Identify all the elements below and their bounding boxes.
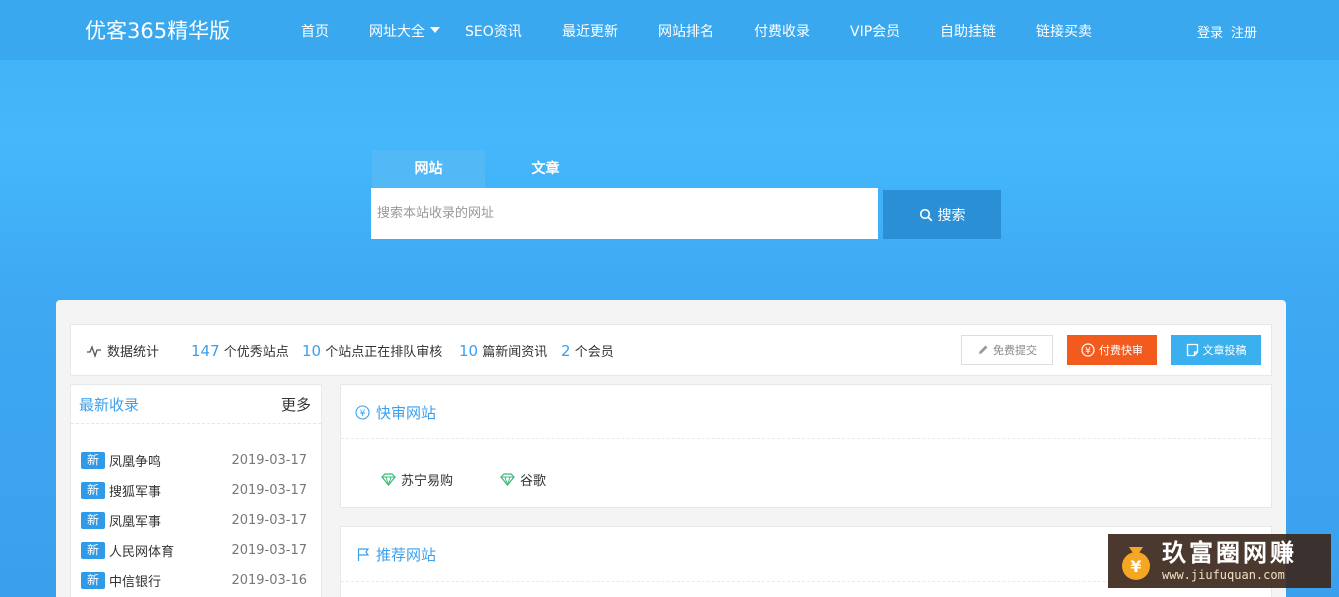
svg-text:¥: ¥ (1085, 347, 1091, 357)
free-submit-button[interactable]: 免费提交 (961, 335, 1053, 365)
site-link-name: 谷歌 (520, 474, 547, 489)
stat-sites: 147 个优秀站点 (191, 341, 289, 360)
paid-review-button[interactable]: ¥ 付费快审 (1067, 335, 1157, 365)
stat-sites-count: 147 (191, 342, 220, 360)
site-link[interactable]: 谷歌 (500, 470, 546, 489)
yen-circle-icon: ¥ (1081, 343, 1095, 357)
stat-news: 10 篇新闻资讯 (459, 341, 547, 360)
register-link[interactable]: 注册 (1231, 22, 1257, 41)
list-item-name: 凤凰争鸣 (109, 454, 162, 470)
nav-home[interactable]: 首页 (301, 21, 329, 41)
list-item-date: 2019-03-17 (231, 512, 307, 528)
new-badge: 新 (81, 541, 105, 559)
search-button-label: 搜索 (937, 206, 966, 223)
money-bag-icon: ¥ (1122, 547, 1150, 580)
watermark-url: www.jiufuquan.com (1162, 568, 1285, 582)
list-item-date: 2019-03-17 (231, 452, 307, 468)
paid-review-label: 付费快审 (1099, 345, 1143, 357)
flag-icon (357, 548, 370, 561)
chevron-down-icon (430, 27, 440, 33)
latest-more-link[interactable]: 更多 (281, 394, 311, 415)
list-item[interactable]: 新 搜狐军事 2019-03-17 (81, 480, 307, 500)
watermark-title: 玖富圈网赚 (1162, 538, 1297, 567)
new-badge: 新 (81, 571, 105, 589)
list-item-date: 2019-03-16 (231, 572, 307, 588)
article-submit-label: 文章投稿 (1202, 345, 1247, 357)
diamond-icon (381, 473, 396, 486)
nav-self-link[interactable]: 自助挂链 (940, 21, 996, 41)
free-submit-label: 免费提交 (993, 345, 1037, 357)
fast-review-title-label: 快审网站 (376, 404, 437, 422)
stats-title-label: 数据统计 (107, 345, 160, 360)
new-badge: 新 (81, 481, 105, 499)
nav-directory[interactable]: 网址大全 (369, 21, 440, 41)
stat-pending: 10 个站点正在排队审核 (302, 341, 442, 360)
nav-link-trade[interactable]: 链接买卖 (1036, 21, 1092, 41)
nav-site-ranking[interactable]: 网站排名 (658, 21, 714, 41)
svg-text:¥: ¥ (360, 409, 366, 419)
nav-recent-updates[interactable]: 最近更新 (562, 21, 618, 41)
list-item-date: 2019-03-17 (231, 482, 307, 498)
nav-vip[interactable]: VIP会员 (850, 21, 900, 41)
search-icon (919, 208, 932, 221)
article-submit-button[interactable]: 文章投稿 (1171, 335, 1261, 365)
login-link[interactable]: 登录 (1197, 22, 1223, 41)
site-logo[interactable]: 优客365精华版 (85, 15, 230, 45)
stats-title: 数据统计 (86, 341, 159, 360)
fast-review-title: ¥ 快审网站 (355, 402, 436, 423)
stat-members-label: 个会员 (574, 345, 614, 360)
recommended-title: 推荐网站 (357, 544, 436, 565)
site-link[interactable]: 苏宁易购 (381, 470, 453, 489)
tab-sites[interactable]: 网站 (372, 150, 485, 188)
tab-articles[interactable]: 文章 (489, 150, 602, 188)
list-item[interactable]: 新 凤凰争鸣 2019-03-17 (81, 450, 307, 470)
yen-circle-icon: ¥ (355, 405, 370, 420)
svg-text:¥: ¥ (1130, 557, 1141, 576)
search-button[interactable]: 搜索 (883, 190, 1001, 239)
search-input[interactable] (371, 188, 878, 239)
latest-title: 最新收录 (79, 396, 140, 414)
pulse-icon (87, 344, 101, 358)
pencil-icon (979, 345, 988, 354)
list-item[interactable]: 新 凤凰军事 2019-03-17 (81, 510, 307, 530)
nav-directory-label: 网址大全 (369, 24, 425, 40)
nav-seo-news[interactable]: SEO资讯 (465, 21, 522, 41)
list-item[interactable]: 新 人民网体育 2019-03-17 (81, 540, 307, 560)
stat-members-count: 2 (561, 342, 571, 360)
list-item[interactable]: 新 中信银行 2019-03-16 (81, 570, 307, 590)
note-icon (1186, 343, 1198, 357)
new-badge: 新 (81, 511, 105, 529)
fast-review-panel (340, 384, 1272, 508)
diamond-icon (500, 473, 515, 486)
recommended-title-label: 推荐网站 (376, 546, 437, 564)
list-item-name: 人民网体育 (109, 544, 175, 560)
top-navbar: 优客365精华版 首页 网址大全 SEO资讯 最近更新 网站排名 付费收录 VI… (0, 0, 1339, 60)
stat-sites-label: 个优秀站点 (223, 345, 289, 360)
watermark: ¥ 玖富圈网赚 www.jiufuquan.com (1108, 534, 1331, 588)
watermark-text: 玖富圈网赚 www.jiufuquan.com (1162, 539, 1297, 583)
site-link-name: 苏宁易购 (401, 474, 454, 489)
new-badge: 新 (81, 451, 105, 469)
fast-review-divider (341, 438, 1271, 439)
stat-pending-count: 10 (302, 342, 322, 360)
stat-members: 2 个会员 (561, 341, 614, 360)
list-item-name: 搜狐军事 (109, 484, 162, 500)
list-item-date: 2019-03-17 (231, 542, 307, 558)
stat-news-count: 10 (459, 342, 479, 360)
stat-pending-label: 个站点正在排队审核 (325, 345, 443, 360)
latest-divider (71, 423, 321, 424)
stat-news-label: 篇新闻资讯 (482, 345, 548, 360)
list-item-name: 中信银行 (109, 574, 162, 590)
list-item-name: 凤凰军事 (109, 514, 162, 530)
nav-paid-listing[interactable]: 付费收录 (754, 21, 810, 41)
